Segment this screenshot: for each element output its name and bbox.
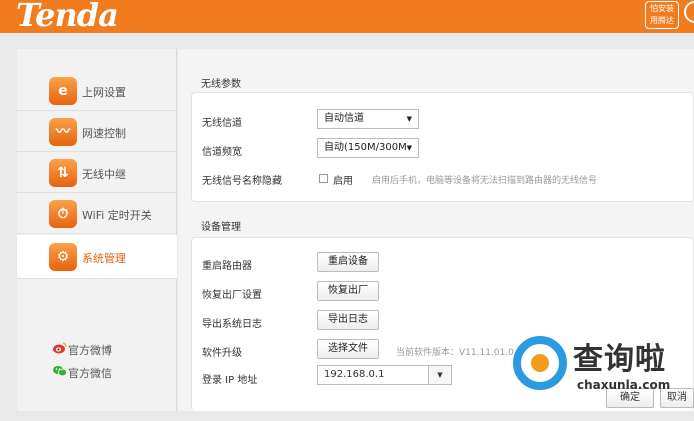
chevron-down-icon: ▼ [406,115,412,123]
top-header: Tenda 怕安装 用腾达 [0,0,694,34]
hide-ssid-label: 无线信号名称隐藏 [202,176,282,187]
login-ip-dropdown[interactable]: ▼ [428,365,452,385]
channel-select[interactable]: 自动信道 ▼ [317,109,419,129]
bandwidth-label: 信道频宽 [202,147,242,158]
login-ip-input[interactable]: 192.168.0.1 [317,365,429,385]
internet-icon: e [49,77,77,105]
factory-reset-label: 恢复出厂设置 [202,290,262,301]
reboot-button[interactable]: 重启设备 [317,252,379,272]
reboot-label: 重启路由器 [202,261,252,272]
export-log-label: 导出系统日志 [202,319,262,330]
watermark-search-icon [513,336,567,390]
tenda-logo: Tenda [16,0,119,34]
user-icon[interactable] [684,1,694,23]
speed-wave-icon: 〰 [49,118,77,146]
factory-reset-button[interactable]: 恢复出厂 [317,281,379,301]
wireless-panel: 无线信道 自动信道 ▼ 信道频宽 自动(150M/300M ▼ 无线信号名称隐藏… [191,92,694,202]
gear-icon: ⚙ [49,243,77,271]
app-badge[interactable]: 怕安装 用腾达 [645,1,679,29]
choose-file-button[interactable]: 选择文件 [317,339,379,359]
upgrade-label: 软件升级 [202,348,242,359]
channel-label: 无线信道 [202,118,242,129]
watermark-url: chaxunla.com [577,378,671,392]
bandwidth-value: 自动(150M/300M [324,142,407,153]
hide-ssid-hint: 启用后手机，电脑等设备将无法扫描到路由器的无线信号 [372,176,598,186]
badge-line-1: 怕安装 [650,4,674,13]
timer-icon: ⏱ [49,200,77,228]
watermark-title: 查询啦 [573,342,666,377]
sidebar-item-label: 上网设置 [82,86,126,99]
hide-ssid-checkbox[interactable] [319,174,328,183]
watermark-logo: 查询啦 chaxunla.com [513,336,694,400]
sidebar-item-wireless-relay[interactable]: ⇅ 无线中继 [17,153,177,193]
sidebar-item-label: WiFi 定时开关 [82,209,152,222]
hide-ssid-option: 启用 [333,176,353,187]
relay-antenna-icon: ⇅ [49,159,77,187]
weibo-icon [53,342,67,354]
bandwidth-select[interactable]: 自动(150M/300M ▼ [317,138,419,158]
sidebar-item-label: 无线中继 [82,168,126,181]
sidebar-item-internet[interactable]: e 上网设置 [17,71,177,111]
wechat-label: 官方微信 [68,367,112,380]
badge-line-2: 用腾达 [650,16,674,25]
sidebar-item-speed-control[interactable]: 〰 网速控制 [17,112,177,152]
firmware-version: 当前软件版本：V11.11.01.0 [396,348,514,358]
sidebar-item-wifi-schedule[interactable]: ⏱ WiFi 定时开关 [17,194,177,234]
channel-value: 自动信道 [324,113,364,124]
chevron-down-icon: ▼ [406,144,412,152]
wireless-section-title: 无线参数 [201,79,241,90]
sidebar-item-label: 网速控制 [82,127,126,140]
weibo-label: 官方微博 [68,344,112,357]
device-section-title: 设备管理 [201,222,241,233]
sidebar-item-system-management[interactable]: ⚙ 系统管理 [17,235,177,279]
sidebar-item-label: 系统管理 [82,252,126,265]
login-ip-label: 登录 IP 地址 [202,375,258,386]
wechat-icon [53,366,67,377]
chevron-down-icon: ▼ [437,371,443,379]
export-log-button[interactable]: 导出日志 [317,310,379,330]
sidebar: e 上网设置 〰 网速控制 ⇅ 无线中继 ⏱ WiFi 定时开关 ⚙ 系统管理 … [17,49,177,411]
